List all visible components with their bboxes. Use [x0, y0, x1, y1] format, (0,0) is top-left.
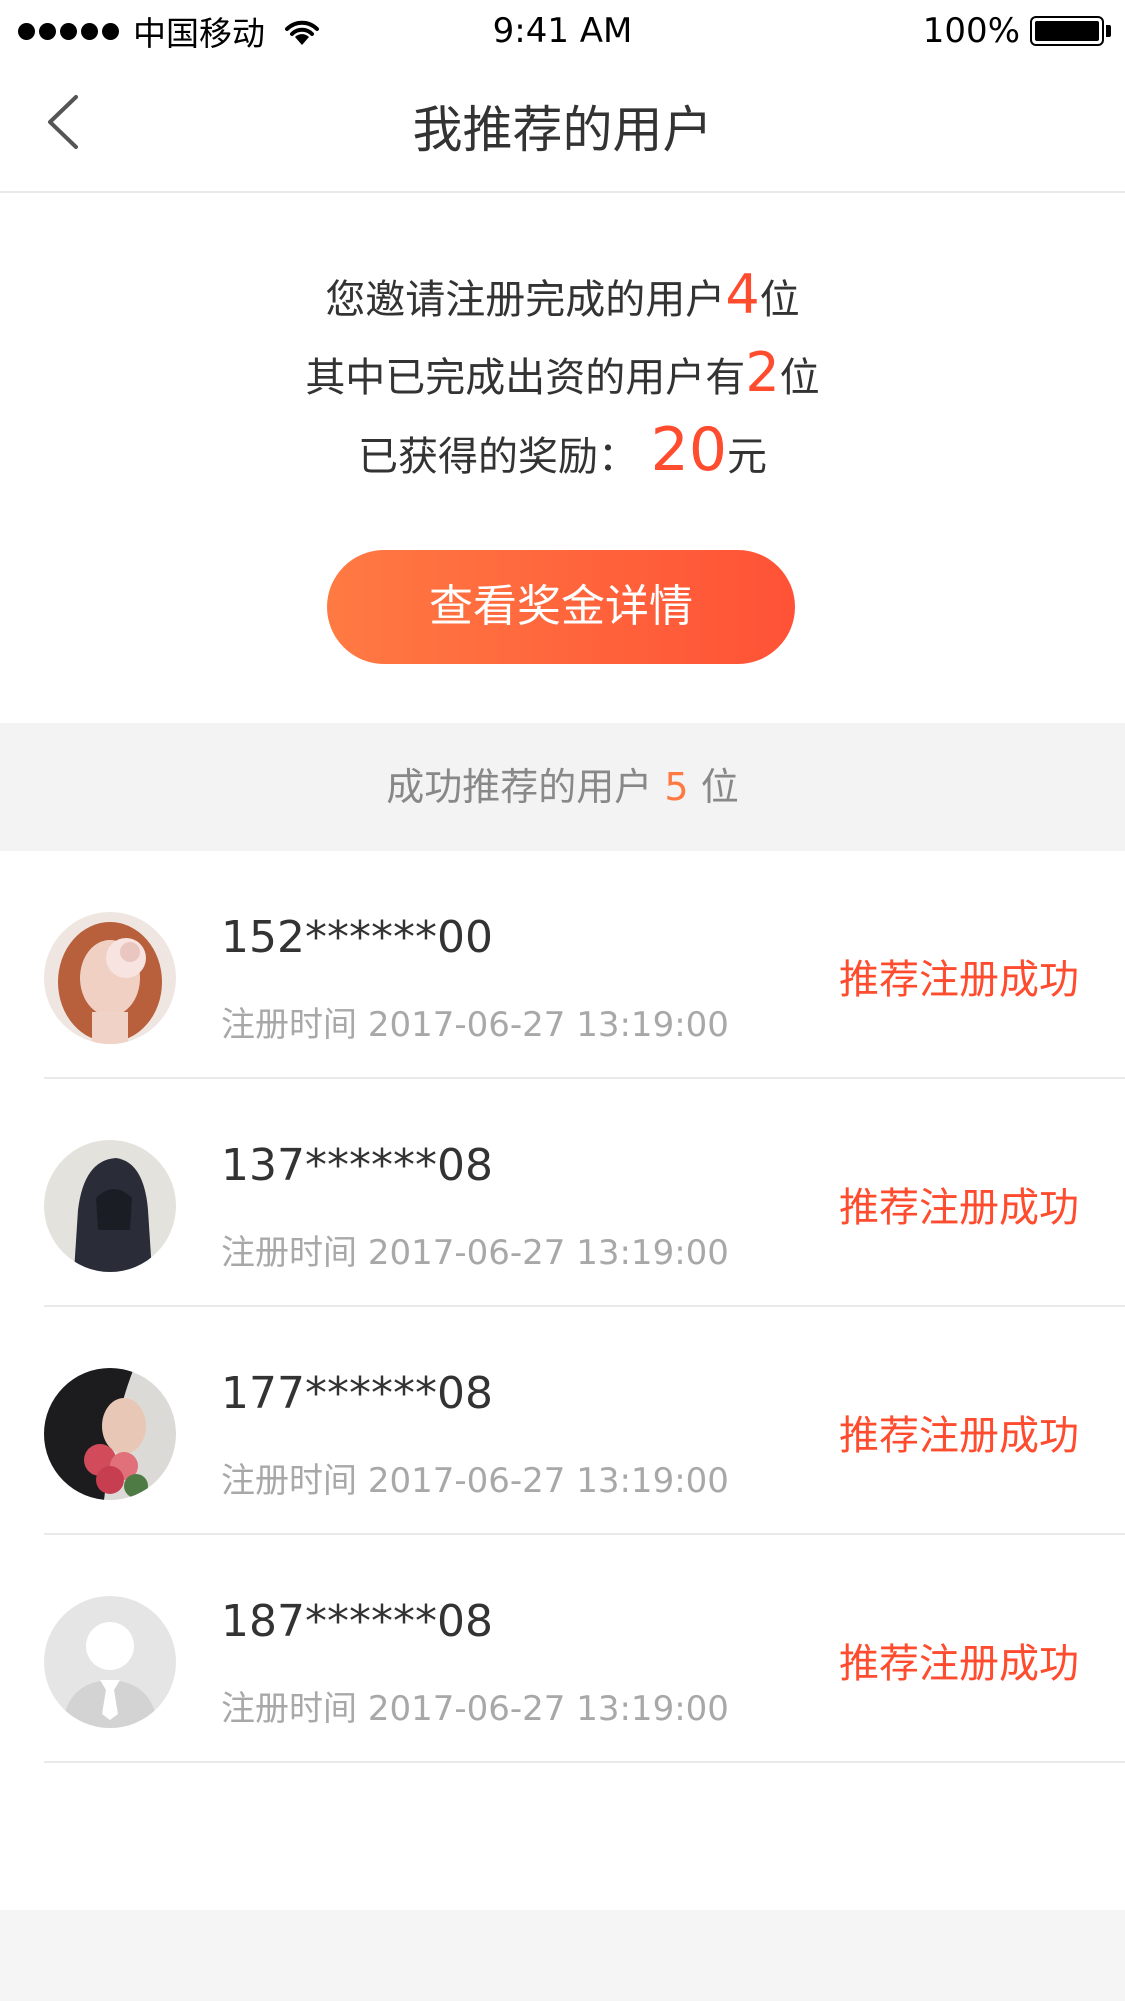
- reward-line: 已获得的奖励： 20元: [0, 415, 1125, 485]
- registration-time: 注册时间 2017-06-27 13:19:00: [221, 1453, 729, 1502]
- status-badge: 推荐注册成功: [839, 957, 1079, 1003]
- status-bar: 中国移动 9:41 AM 100%: [0, 0, 1125, 62]
- referral-summary: 您邀请注册完成的用户4位 其中已完成出资的用户有2位 已获得的奖励： 20元 查…: [0, 193, 1125, 723]
- invested-users-count: 2: [745, 341, 780, 404]
- navigation-bar: 我推荐的用户: [0, 62, 1125, 193]
- status-badge: 推荐注册成功: [839, 1185, 1079, 1231]
- referred-users-count: 5: [664, 765, 689, 809]
- list-item[interactable]: 177******08 注册时间 2017-06-27 13:19:00 推荐注…: [44, 1307, 1125, 1535]
- registration-value: 2017-06-27 13:19:00: [367, 1461, 729, 1501]
- battery-tip: [1106, 25, 1111, 37]
- registration-value: 2017-06-27 13:19:00: [367, 1233, 729, 1273]
- registration-label: 注册时间: [221, 1233, 357, 1273]
- referred-users-label: 成功推荐的用户: [386, 765, 653, 809]
- bottom-area: [0, 1910, 1125, 2001]
- user-avatar: [44, 1368, 176, 1500]
- list-item[interactable]: 152******00 注册时间 2017-06-27 13:19:00 推荐注…: [44, 851, 1125, 1079]
- default-avatar-icon: [44, 1596, 176, 1728]
- view-bonus-details-button[interactable]: 查看奖金详情: [327, 550, 795, 664]
- status-badge: 推荐注册成功: [839, 1641, 1079, 1687]
- registration-time: 注册时间 2017-06-27 13:19:00: [221, 1225, 729, 1274]
- list-item[interactable]: 187******08 注册时间 2017-06-27 13:19:00 推荐注…: [44, 1535, 1125, 1763]
- registered-users-line: 您邀请注册完成的用户4位: [0, 263, 1125, 326]
- registration-time: 注册时间 2017-06-27 13:19:00: [221, 1681, 729, 1730]
- user-phone: 137******08: [221, 1140, 493, 1191]
- reward-unit: 元: [727, 434, 768, 480]
- user-phone: 152******00: [221, 912, 493, 963]
- registered-users-unit: 位: [759, 277, 800, 323]
- user-phone: 177******08: [221, 1368, 493, 1419]
- registration-value: 2017-06-27 13:19:00: [367, 1005, 729, 1045]
- registration-time: 注册时间 2017-06-27 13:19:00: [221, 997, 729, 1046]
- battery-percentage: 100%: [922, 11, 1020, 51]
- registration-label: 注册时间: [221, 1005, 357, 1045]
- page-title: 我推荐的用户: [412, 101, 713, 159]
- registration-value: 2017-06-27 13:19:00: [367, 1689, 729, 1729]
- referred-users-header: 成功推荐的用户 5 位: [0, 723, 1125, 851]
- invested-users-line: 其中已完成出资的用户有2位: [0, 341, 1125, 404]
- referred-users-unit: 位: [700, 765, 739, 809]
- registered-users-count: 4: [725, 263, 760, 326]
- registration-label: 注册时间: [221, 1461, 357, 1501]
- list-item[interactable]: 137******08 注册时间 2017-06-27 13:19:00 推荐注…: [44, 1079, 1125, 1307]
- status-right: 100%: [923, 8, 1111, 54]
- user-avatar: [44, 912, 176, 1044]
- user-avatar: [44, 1140, 176, 1272]
- registration-label: 注册时间: [221, 1689, 357, 1729]
- registered-users-label: 您邀请注册完成的用户: [325, 277, 726, 323]
- referred-users-list: 152******00 注册时间 2017-06-27 13:19:00 推荐注…: [0, 851, 1125, 1763]
- status-badge: 推荐注册成功: [839, 1413, 1079, 1459]
- battery-icon: [1030, 16, 1104, 46]
- invested-users-label: 其中已完成出资的用户有: [305, 355, 746, 401]
- reward-label: 已获得的奖励：: [357, 434, 638, 480]
- invested-users-unit: 位: [779, 355, 820, 401]
- user-phone: 187******08: [221, 1596, 493, 1647]
- reward-amount: 20: [650, 415, 728, 485]
